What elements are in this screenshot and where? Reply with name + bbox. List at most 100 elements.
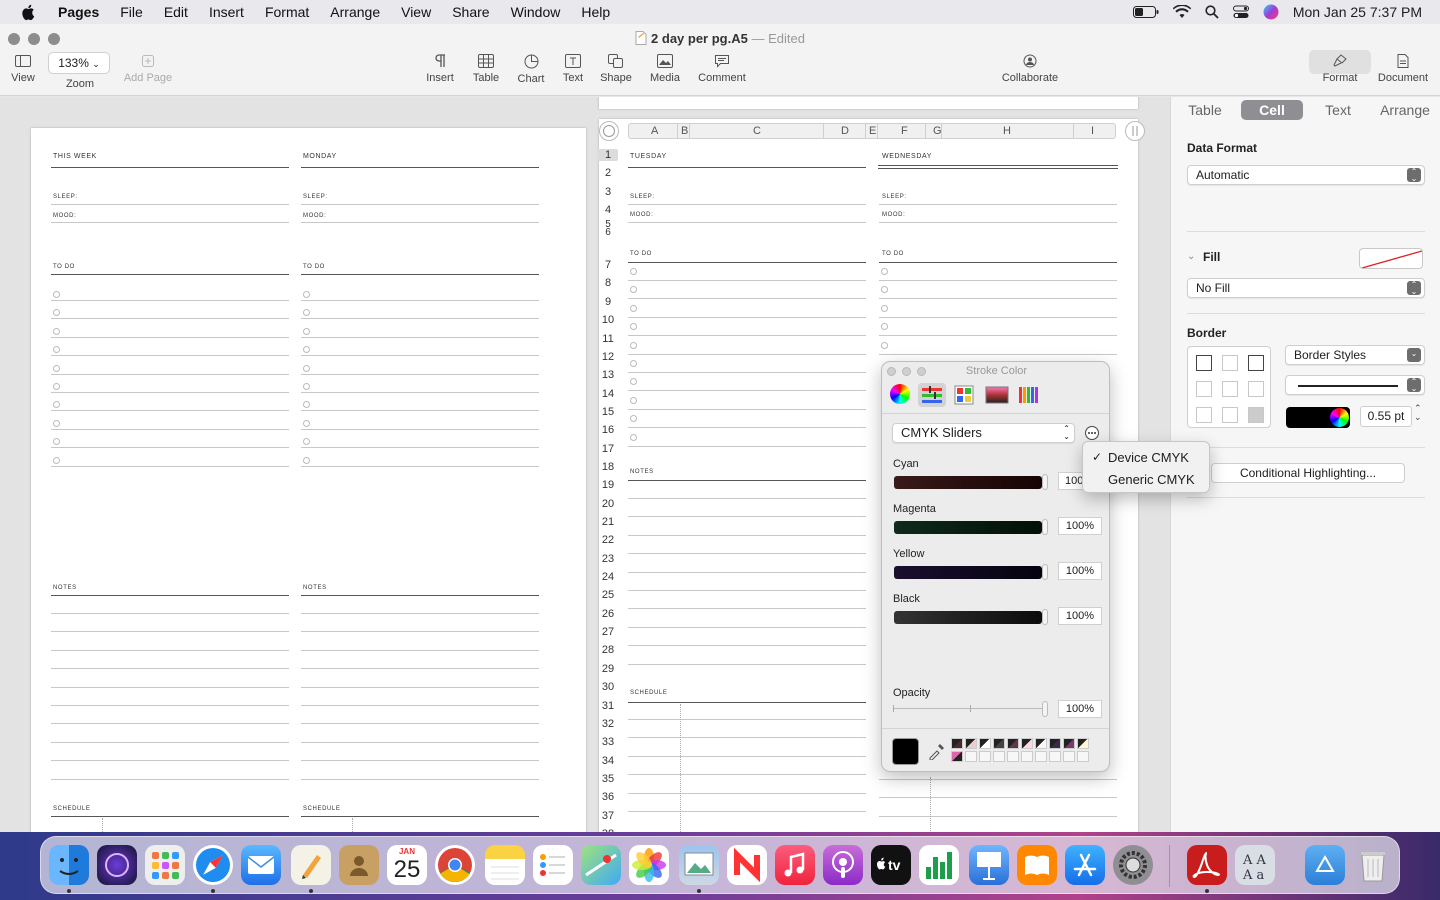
tab-arrange[interactable]: Arrange <box>1371 100 1439 120</box>
spotlight-search-icon[interactable] <box>1205 5 1219 19</box>
keynote-icon[interactable] <box>969 845 1009 885</box>
more-options-icon[interactable] <box>1084 425 1100 441</box>
collaborate-button[interactable]: Collaborate <box>996 54 1064 84</box>
contacts-icon[interactable] <box>339 845 379 885</box>
pencils-mode-icon[interactable] <box>1018 385 1040 405</box>
border-line-style-select[interactable]: ⌃ ⌄ <box>1285 375 1425 395</box>
trash-icon[interactable] <box>1353 845 1393 885</box>
column-header-i[interactable]: I <box>1091 125 1094 137</box>
zoom-select[interactable]: 133% ⌄ <box>48 52 110 74</box>
menu-window[interactable]: Window <box>511 4 561 20</box>
yellow-slider[interactable] <box>894 566 1042 579</box>
notes-icon[interactable] <box>485 845 525 885</box>
app-store-icon[interactable] <box>1065 845 1105 885</box>
table-button[interactable]: Table <box>468 54 504 84</box>
pages-app-icon[interactable] <box>291 845 331 885</box>
menu-item-device-cmyk[interactable]: Device CMYK <box>1108 450 1189 465</box>
eyedropper-icon[interactable] <box>928 742 944 760</box>
row-number[interactable]: 31 <box>598 700 618 712</box>
table-column-header[interactable]: ABCDEFGHI <box>628 123 1116 139</box>
border-option-icon[interactable] <box>1248 381 1264 397</box>
border-option-icon[interactable] <box>1248 407 1264 423</box>
border-option-icon[interactable] <box>1196 381 1212 397</box>
border-option-icon[interactable] <box>1248 355 1264 371</box>
row-number[interactable]: 1 <box>598 149 618 161</box>
row-number[interactable]: 35 <box>598 773 618 785</box>
menubar-clock[interactable]: Mon Jan 25 7:37 PM <box>1293 4 1422 20</box>
tab-text[interactable]: Text <box>1311 100 1365 120</box>
color-swatch[interactable] <box>993 738 1005 749</box>
color-swatch[interactable] <box>1049 738 1061 749</box>
menu-edit[interactable]: Edit <box>164 4 188 20</box>
color-swatch[interactable] <box>951 738 963 749</box>
row-number[interactable]: 7 <box>598 259 618 271</box>
chart-button[interactable]: Chart <box>513 54 549 85</box>
shape-button[interactable]: Shape <box>598 54 634 84</box>
row-number[interactable]: 13 <box>598 369 618 381</box>
row-number[interactable]: 30 <box>598 681 618 693</box>
menu-view[interactable]: View <box>401 4 431 20</box>
format-button[interactable]: Format <box>1309 54 1371 84</box>
row-number[interactable]: 23 <box>598 553 618 565</box>
row-number[interactable]: 21 <box>598 516 618 528</box>
cyan-slider[interactable] <box>894 476 1042 489</box>
menu-format[interactable]: Format <box>265 4 309 20</box>
row-number[interactable]: 14 <box>598 388 618 400</box>
border-option-icon[interactable] <box>1222 355 1238 371</box>
color-swatch[interactable] <box>1035 738 1047 749</box>
magenta-slider-knob[interactable] <box>1042 519 1048 535</box>
border-width-field[interactable]: 0.55 pt <box>1360 406 1412 427</box>
yellow-value[interactable]: 100% <box>1058 562 1102 580</box>
siri-app-icon[interactable] <box>97 845 137 885</box>
color-sliders-mode-icon[interactable] <box>921 385 943 405</box>
color-profile-menu[interactable]: ✓ Device CMYK Generic CMYK <box>1082 441 1210 493</box>
black-slider-knob[interactable] <box>1042 609 1048 625</box>
menu-insert[interactable]: Insert <box>209 4 244 20</box>
color-swatch[interactable] <box>979 751 991 762</box>
row-number[interactable]: 15 <box>598 406 618 418</box>
preview-icon[interactable] <box>679 845 719 885</box>
column-header-h[interactable]: H <box>1003 125 1011 137</box>
launchpad-icon[interactable] <box>145 845 185 885</box>
column-header-a[interactable]: A <box>651 125 658 137</box>
border-styles-select[interactable]: Border Styles ⌄ <box>1285 345 1425 365</box>
wifi-icon[interactable] <box>1172 5 1191 19</box>
row-number[interactable]: 22 <box>598 534 618 546</box>
row-number[interactable]: 3 <box>598 186 618 198</box>
border-option-icon[interactable] <box>1222 381 1238 397</box>
opacity-value[interactable]: 100% <box>1058 700 1102 718</box>
comment-button[interactable]: Comment <box>694 54 750 84</box>
reminders-icon[interactable] <box>533 845 573 885</box>
stepper-icon[interactable]: ⌃ ⌄ <box>1414 404 1422 422</box>
maps-icon[interactable] <box>581 845 621 885</box>
column-header-c[interactable]: C <box>753 125 761 137</box>
black-value[interactable]: 100% <box>1058 607 1102 625</box>
apple-tv-icon[interactable]: tv <box>871 845 911 885</box>
color-swatch[interactable] <box>1063 751 1075 762</box>
row-number[interactable]: 11 <box>598 333 618 345</box>
row-number[interactable]: 28 <box>598 644 618 656</box>
menu-help[interactable]: Help <box>581 4 610 20</box>
menu-app-name[interactable]: Pages <box>58 4 99 20</box>
color-swatch[interactable] <box>1007 751 1019 762</box>
siri-icon[interactable] <box>1263 4 1279 20</box>
color-swatch[interactable] <box>951 751 963 762</box>
current-color-swatch[interactable] <box>892 738 919 765</box>
row-number[interactable]: 34 <box>598 755 618 767</box>
text-button[interactable]: Text <box>558 54 588 84</box>
border-option-icon[interactable] <box>1196 355 1212 371</box>
border-selector-grid[interactable] <box>1187 346 1271 428</box>
system-preferences-icon[interactable] <box>1113 845 1153 885</box>
battery-icon[interactable] <box>1132 6 1159 18</box>
add-column-handle[interactable] <box>1124 120 1146 142</box>
tab-cell[interactable]: Cell <box>1241 100 1303 120</box>
books-icon[interactable] <box>1017 845 1057 885</box>
insert-button[interactable]: Insert <box>422 54 458 84</box>
photos-icon[interactable] <box>629 845 669 885</box>
media-button[interactable]: Media <box>646 54 684 84</box>
color-swatch[interactable] <box>1021 738 1033 749</box>
color-swatch[interactable] <box>1063 738 1075 749</box>
color-swatch[interactable] <box>1077 751 1089 762</box>
view-button[interactable]: View <box>8 54 38 84</box>
yellow-slider-knob[interactable] <box>1042 564 1048 580</box>
